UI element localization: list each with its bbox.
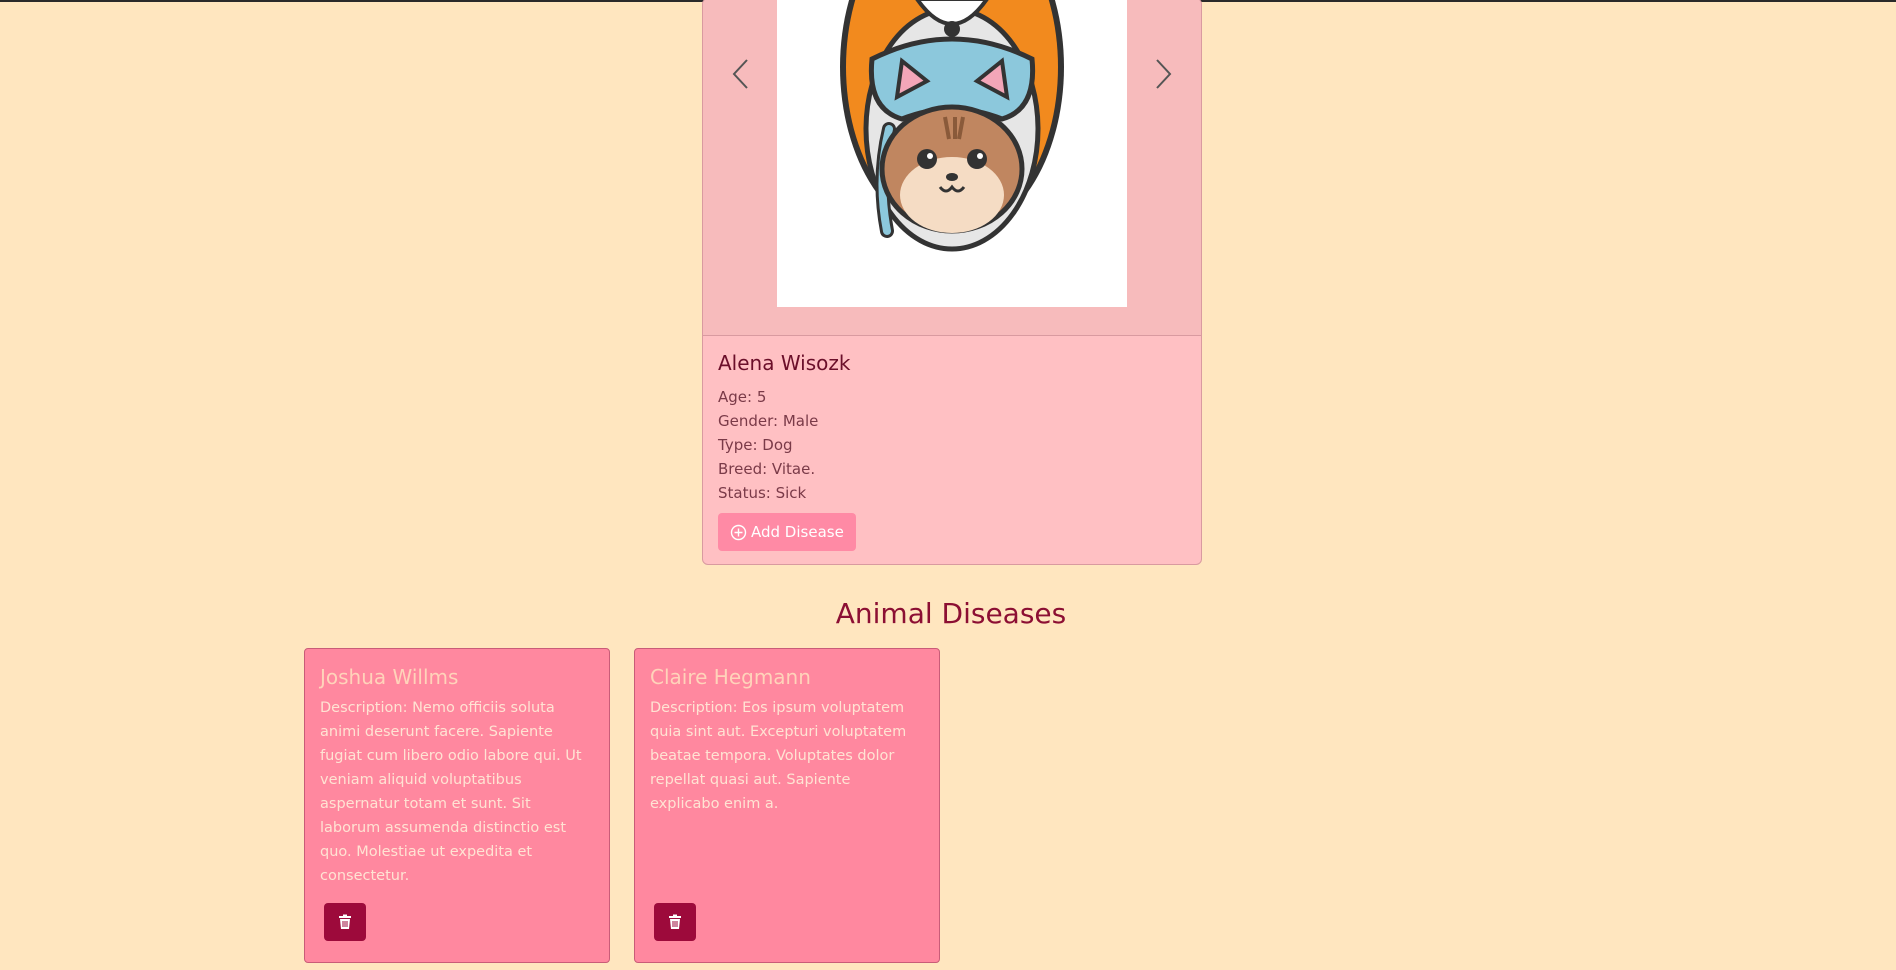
trash-icon [669,914,681,929]
animal-status: Status: Sick [718,484,807,502]
disease-name: Claire Hegmann [650,665,811,689]
carousel-next-button[interactable] [1143,54,1183,94]
animal-image [777,0,1127,307]
chevron-right-icon [1156,59,1172,89]
disease-description: Description: Nemo officiis soluta animi … [320,700,582,884]
plus-circle-icon [730,524,747,540]
delete-disease-button[interactable] [324,903,366,941]
animal-name: Alena Wisozk [718,351,851,375]
add-disease-button[interactable]: Add Disease [718,513,856,551]
animal-age: Age: 5 [718,388,767,406]
delete-disease-button[interactable] [654,903,696,941]
disease-name: Joshua Willms [320,665,459,689]
animal-breed: Breed: Vitae. [718,460,816,478]
disease-description: Description: Eos ipsum voluptatem quia s… [650,700,907,812]
trash-icon [339,914,351,929]
section-title: Animal Diseases [835,597,1067,630]
animal-card: Alena Wisozk Age: 5 Gender: Male Type: D… [702,0,1202,565]
image-carousel [703,0,1201,336]
carousel-prev-button[interactable] [721,54,761,94]
add-disease-label: Add Disease [751,523,844,541]
disease-card: Claire Hegmann Description: Eos ipsum vo… [634,648,940,963]
disease-card: Joshua Willms Description: Nemo officiis… [304,648,610,963]
animal-details: Alena Wisozk Age: 5 Gender: Male Type: D… [718,351,1188,551]
chevron-left-icon [732,59,748,89]
animal-gender: Gender: Male [718,412,819,430]
animal-type: Type: Dog [718,436,793,454]
